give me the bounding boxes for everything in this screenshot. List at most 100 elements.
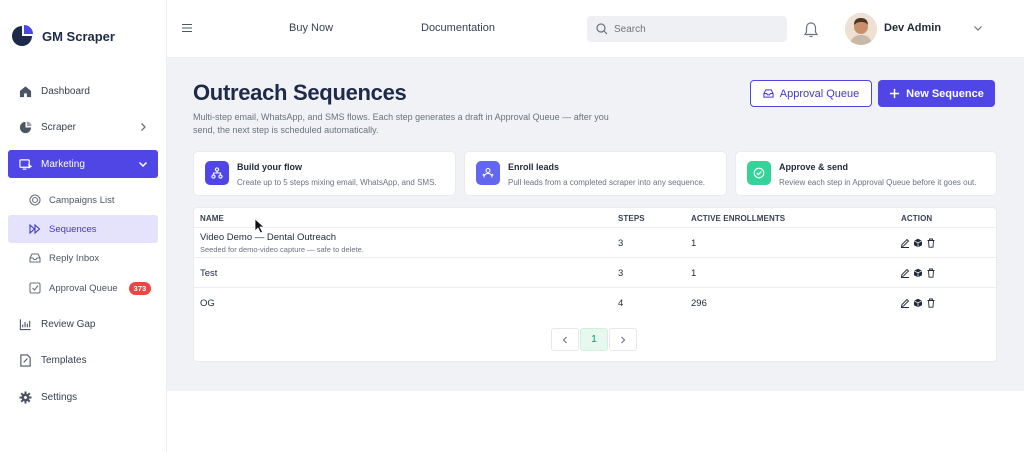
cube-icon[interactable] xyxy=(913,268,923,278)
inbox-icon xyxy=(29,253,41,263)
sidebar-item-scraper[interactable]: Scraper xyxy=(8,113,158,141)
sidebar: GM Scraper Dashboard Scraper Marketing C… xyxy=(0,0,167,452)
sequence-active-enrollments: 1 xyxy=(691,238,697,249)
column-header-active-enrollments[interactable]: ACTIVE ENROLLMENTS xyxy=(691,214,785,223)
sidebar-item-review-gap[interactable]: Review Gap xyxy=(8,310,158,338)
sidebar-item-dashboard[interactable]: Dashboard xyxy=(8,77,158,105)
approval-queue-button-label: Approval Queue xyxy=(779,87,860,100)
sidebar-item-templates[interactable]: Templates xyxy=(8,346,158,374)
search-input[interactable] xyxy=(614,23,774,35)
edit-icon[interactable] xyxy=(900,238,910,248)
sequence-icon xyxy=(29,223,41,235)
app-logo[interactable]: GM Scraper xyxy=(11,25,115,47)
chevron-left-icon xyxy=(562,336,567,343)
sequence-steps: 3 xyxy=(618,238,624,249)
gear-icon xyxy=(19,390,32,404)
card-title: Build your flow xyxy=(237,162,302,172)
app-name: GM Scraper xyxy=(42,28,115,44)
page-title: Outreach Sequences xyxy=(193,80,407,105)
sequence-steps: 4 xyxy=(618,298,624,309)
sidebar-subitem-approval-queue[interactable]: Approval Queue 373 xyxy=(8,274,158,302)
column-header-name[interactable]: NAME xyxy=(200,214,224,223)
sidebar-item-label: Scraper xyxy=(41,121,77,133)
users-icon xyxy=(482,167,494,178)
sequence-name[interactable]: Video Demo — Dental Outreach xyxy=(200,232,336,243)
card-text: Pull leads from a completed scraper into… xyxy=(508,178,705,187)
edit-icon[interactable] xyxy=(900,298,910,308)
sidebar-item-label: Dashboard xyxy=(41,85,90,97)
trash-icon[interactable] xyxy=(926,268,936,278)
chevron-down-icon[interactable] xyxy=(973,23,983,33)
table-row[interactable]: OG 4 296 xyxy=(194,287,996,317)
marketing-icon xyxy=(19,158,32,170)
column-header-action: ACTION xyxy=(901,214,933,223)
trash-icon[interactable] xyxy=(926,298,936,308)
chevron-right-icon xyxy=(621,336,626,343)
page-description: Multi-step email, WhatsApp, and SMS flow… xyxy=(193,112,609,135)
cube-icon[interactable] xyxy=(913,238,923,248)
avatar[interactable] xyxy=(845,13,877,45)
trash-icon[interactable] xyxy=(926,238,936,248)
user-name[interactable]: Dev Admin xyxy=(884,22,941,34)
info-card-approve-send: Approve & send Review each step in Appro… xyxy=(735,151,997,196)
chart-icon xyxy=(19,318,31,330)
sidebar-subitem-campaigns[interactable]: Campaigns List xyxy=(8,186,158,214)
bell-icon[interactable] xyxy=(803,21,819,39)
avatar-image xyxy=(845,13,877,45)
sequence-active-enrollments: 1 xyxy=(691,268,697,279)
menu-icon[interactable] xyxy=(181,22,193,34)
info-card-enroll-leads: Enroll leads Pull leads from a completed… xyxy=(464,151,727,196)
search-icon xyxy=(596,23,608,35)
check-circle-icon xyxy=(753,167,765,179)
logo-icon xyxy=(12,25,33,46)
pagination: 1 xyxy=(551,328,637,351)
card-title: Approve & send xyxy=(779,162,849,172)
sequence-active-enrollments: 296 xyxy=(691,298,707,309)
target-icon xyxy=(29,194,41,206)
card-icon-container xyxy=(476,161,500,185)
sidebar-subitem-label: Campaigns List xyxy=(49,194,115,206)
documentation-link[interactable]: Documentation xyxy=(421,22,495,34)
pagination-prev-button[interactable] xyxy=(551,328,579,351)
cube-icon[interactable] xyxy=(913,298,923,308)
flow-icon xyxy=(211,167,223,179)
search-box[interactable] xyxy=(587,16,787,42)
row-actions xyxy=(900,238,936,248)
card-text: Create up to 5 steps mixing email, Whats… xyxy=(237,178,437,187)
approval-count-badge: 373 xyxy=(128,281,152,295)
sidebar-item-marketing[interactable]: Marketing xyxy=(8,150,158,178)
table-row[interactable]: Test 3 1 xyxy=(194,257,996,287)
card-icon-container xyxy=(747,161,771,185)
card-text: Review each step in Approval Queue befor… xyxy=(779,178,977,187)
card-title: Enroll leads xyxy=(508,162,560,172)
sidebar-subitem-reply-inbox[interactable]: Reply Inbox xyxy=(8,244,158,272)
inbox-icon xyxy=(763,89,774,98)
sequence-name[interactable]: OG xyxy=(200,298,215,309)
table-row[interactable]: Video Demo — Dental Outreach Seeded for … xyxy=(194,227,996,257)
approval-queue-button[interactable]: Approval Queue xyxy=(750,80,872,107)
sidebar-subitem-label: Reply Inbox xyxy=(49,252,100,264)
sidebar-item-label: Templates xyxy=(41,354,87,366)
template-icon xyxy=(20,353,31,367)
sidebar-item-label: Settings xyxy=(41,391,78,403)
sidebar-item-settings[interactable]: Settings xyxy=(8,383,158,411)
plus-icon xyxy=(890,88,900,99)
sidebar-subitem-sequences[interactable]: Sequences xyxy=(8,215,158,243)
sequence-name[interactable]: Test xyxy=(200,268,217,279)
row-actions xyxy=(900,298,936,308)
sidebar-subitem-label: Approval Queue xyxy=(49,282,118,294)
sidebar-subitem-label: Sequences xyxy=(49,223,97,235)
scraper-icon xyxy=(19,120,32,133)
column-header-steps[interactable]: STEPS xyxy=(618,214,645,223)
pagination-next-button[interactable] xyxy=(609,328,637,351)
pagination-page-button[interactable]: 1 xyxy=(580,328,608,351)
chevron-right-icon xyxy=(141,123,146,131)
row-actions xyxy=(900,268,936,278)
mouse-cursor-icon xyxy=(254,218,266,234)
new-sequence-button[interactable]: New Sequence xyxy=(878,80,995,107)
sequence-subtitle: Seeded for demo-video capture — safe to … xyxy=(200,245,364,254)
chevron-down-icon xyxy=(138,161,148,168)
buy-now-link[interactable]: Buy Now xyxy=(289,22,333,34)
info-card-build-flow: Build your flow Create up to 5 steps mix… xyxy=(193,151,456,196)
edit-icon[interactable] xyxy=(900,268,910,278)
